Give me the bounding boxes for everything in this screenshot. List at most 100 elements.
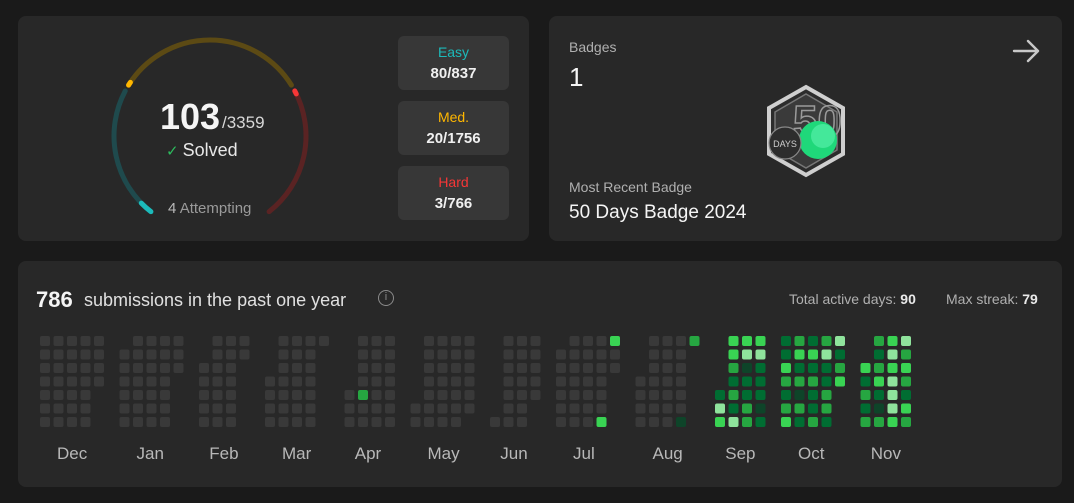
day-cell[interactable] (887, 417, 898, 427)
day-cell[interactable] (67, 336, 77, 346)
day-cell[interactable] (119, 390, 130, 400)
day-cell[interactable] (755, 417, 766, 427)
day-cell[interactable] (887, 390, 898, 400)
day-cell[interactable] (808, 390, 818, 400)
day-cell[interactable] (358, 403, 368, 414)
day-cell[interactable] (835, 376, 845, 387)
day-cell[interactable] (67, 390, 77, 400)
day-cell[interactable] (503, 390, 514, 400)
day-cell[interactable] (305, 349, 316, 360)
day-cell[interactable] (781, 403, 791, 414)
day-cell[interactable] (781, 363, 791, 373)
day-cell[interactable] (424, 390, 434, 400)
day-cell[interactable] (821, 376, 832, 387)
day-cell[interactable] (67, 363, 77, 373)
day-cell[interactable] (67, 376, 77, 387)
day-cell[interactable] (119, 376, 130, 387)
day-cell[interactable] (583, 349, 593, 360)
arrow-right-icon[interactable] (1012, 38, 1042, 64)
day-cell[interactable] (80, 363, 91, 373)
day-cell[interactable] (278, 363, 289, 373)
day-cell[interactable] (635, 376, 646, 387)
day-cell[interactable] (464, 336, 475, 346)
day-cell[interactable] (874, 336, 884, 346)
day-cell[interactable] (292, 376, 302, 387)
day-cell[interactable] (887, 363, 898, 373)
day-cell[interactable] (517, 390, 527, 400)
day-cell[interactable] (358, 349, 368, 360)
day-cell[interactable] (199, 363, 209, 373)
day-cell[interactable] (901, 390, 911, 400)
day-cell[interactable] (305, 336, 316, 346)
day-cell[interactable] (464, 403, 475, 414)
day-cell[interactable] (781, 417, 791, 427)
day-cell[interactable] (133, 336, 143, 346)
day-cell[interactable] (860, 376, 871, 387)
day-cell[interactable] (464, 376, 475, 387)
day-cell[interactable] (821, 349, 832, 360)
day-cell[interactable] (715, 390, 725, 400)
day-cell[interactable] (676, 376, 686, 387)
day-cell[interactable] (424, 349, 434, 360)
day-cell[interactable] (410, 417, 421, 427)
day-cell[interactable] (94, 349, 104, 360)
day-cell[interactable] (901, 336, 911, 346)
day-cell[interactable] (305, 403, 316, 414)
day-cell[interactable] (755, 390, 766, 400)
day-cell[interactable] (662, 349, 673, 360)
day-cell[interactable] (569, 376, 580, 387)
day-cell[interactable] (212, 336, 223, 346)
day-cell[interactable] (371, 403, 382, 414)
day-cell[interactable] (146, 403, 157, 414)
day-cell[interactable] (530, 349, 541, 360)
day-cell[interactable] (146, 349, 157, 360)
day-cell[interactable] (437, 376, 448, 387)
day-cell[interactable] (385, 363, 395, 373)
day-cell[interactable] (794, 336, 805, 346)
day-cell[interactable] (371, 417, 382, 427)
day-cell[interactable] (173, 363, 184, 373)
day-cell[interactable] (344, 390, 355, 400)
day-cell[interactable] (119, 349, 130, 360)
day-cell[interactable] (146, 417, 157, 427)
day-cell[interactable] (635, 417, 646, 427)
day-cell[interactable] (596, 417, 607, 427)
day-cell[interactable] (278, 376, 289, 387)
day-cell[interactable] (53, 403, 64, 414)
day-cell[interactable] (292, 363, 302, 373)
day-cell[interactable] (278, 403, 289, 414)
day-cell[interactable] (53, 363, 64, 373)
day-cell[interactable] (199, 390, 209, 400)
day-cell[interactable] (530, 363, 541, 373)
day-cell[interactable] (742, 336, 752, 346)
info-icon[interactable]: i (378, 290, 394, 306)
day-cell[interactable] (610, 363, 620, 373)
day-cell[interactable] (437, 390, 448, 400)
day-cell[interactable] (464, 349, 475, 360)
day-cell[interactable] (226, 349, 236, 360)
day-cell[interactable] (371, 390, 382, 400)
day-cell[interactable] (94, 336, 104, 346)
day-cell[interactable] (319, 336, 329, 346)
day-cell[interactable] (371, 336, 382, 346)
day-cell[interactable] (437, 417, 448, 427)
day-cell[interactable] (424, 376, 434, 387)
day-cell[interactable] (226, 363, 236, 373)
day-cell[interactable] (649, 376, 659, 387)
day-cell[interactable] (821, 417, 832, 427)
day-cell[interactable] (556, 390, 566, 400)
day-cell[interactable] (808, 336, 818, 346)
day-cell[interactable] (451, 376, 461, 387)
day-cell[interactable] (451, 349, 461, 360)
day-cell[interactable] (794, 417, 805, 427)
day-cell[interactable] (133, 349, 143, 360)
day-cell[interactable] (860, 390, 871, 400)
day-cell[interactable] (781, 336, 791, 346)
day-cell[interactable] (40, 349, 50, 360)
day-cell[interactable] (742, 417, 752, 427)
day-cell[interactable] (530, 390, 541, 400)
day-cell[interactable] (80, 403, 91, 414)
day-cell[interactable] (901, 403, 911, 414)
day-cell[interactable] (40, 376, 50, 387)
day-cell[interactable] (728, 417, 739, 427)
